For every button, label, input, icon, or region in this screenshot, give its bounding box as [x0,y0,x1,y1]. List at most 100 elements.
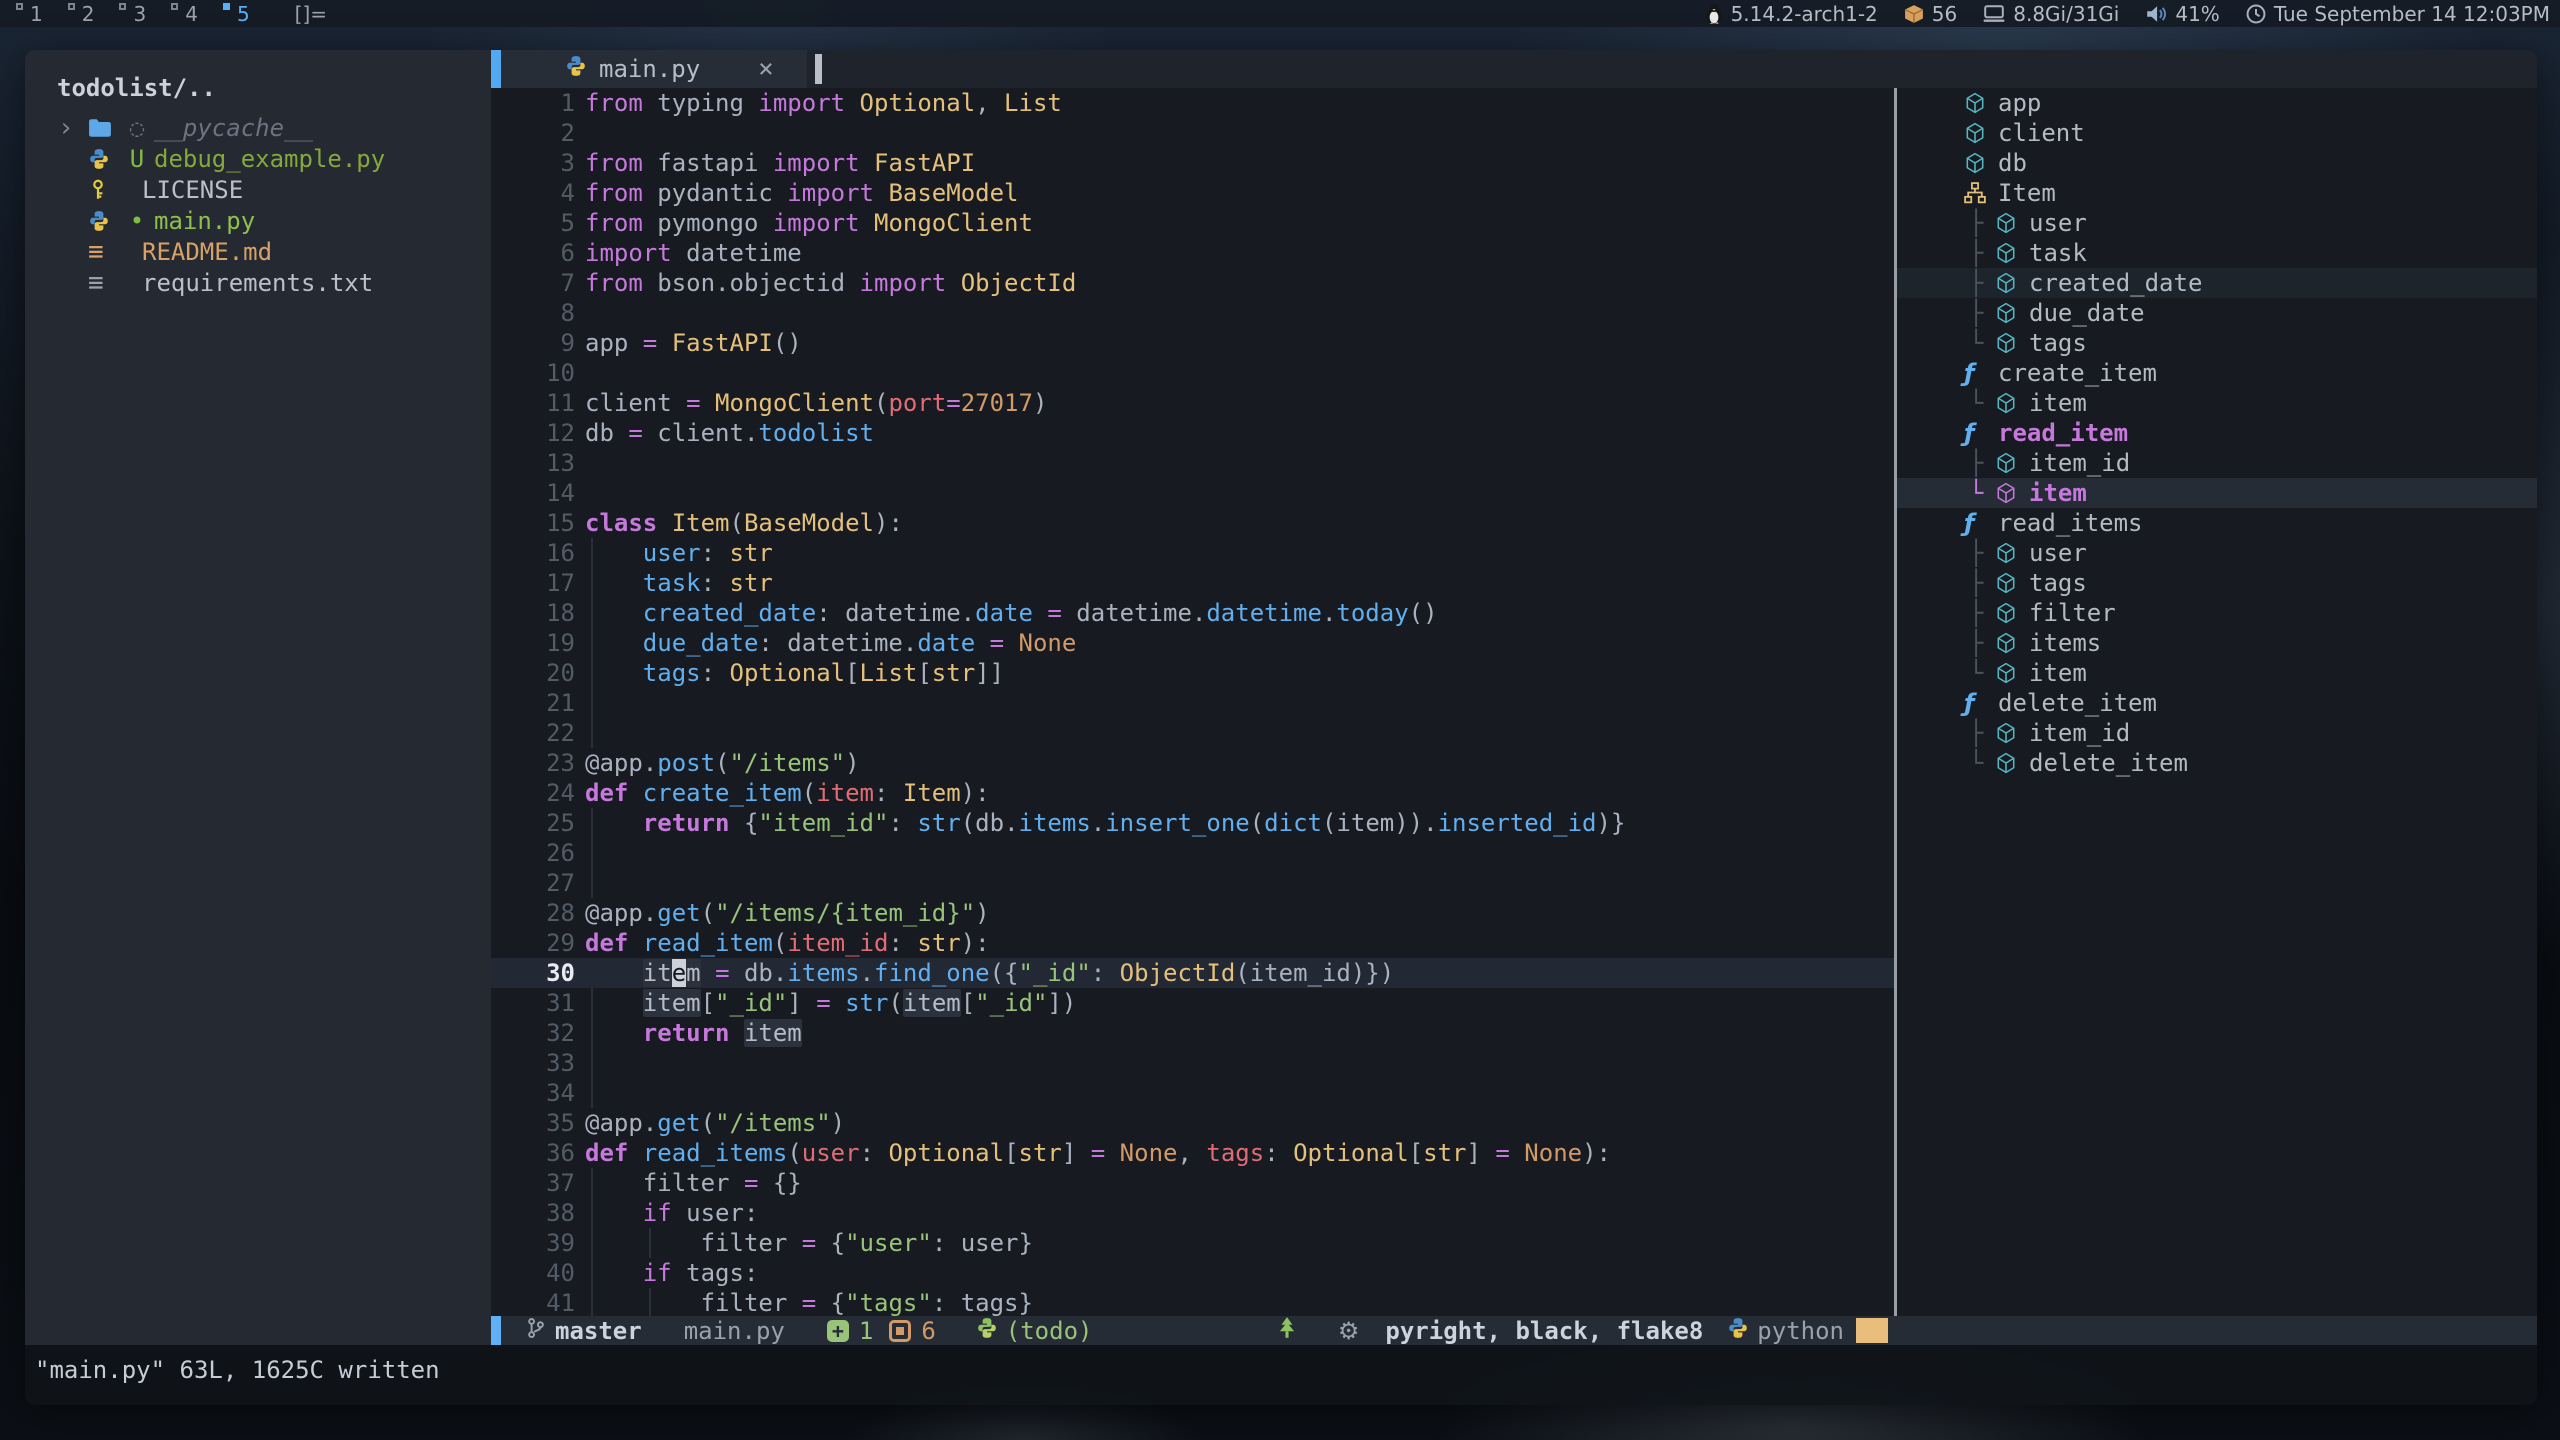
code-line-6[interactable]: 6import datetime [491,238,1894,268]
code-line-30[interactable]: 30 item = db.items.find_one({"_id": Obje… [491,958,1894,988]
code-line-24[interactable]: 24def create_item(item: Item): [491,778,1894,808]
symbol-create_item[interactable]: ƒcreate_item [1897,358,2537,388]
code-line-39[interactable]: 39 filter = {"user": user} [491,1228,1894,1258]
line-content: return {"item_id": str(db.items.insert_o… [585,808,1625,838]
workspace-tag-5[interactable]: 5 [221,2,259,26]
code-editor[interactable]: 1from typing import Optional, List23from… [491,88,1894,1316]
code-line-28[interactable]: 28@app.get("/items/{item_id}") [491,898,1894,928]
code-line-7[interactable]: 7from bson.objectid import ObjectId [491,268,1894,298]
file-tree-item-readme-md[interactable]: ≡README.md [25,236,491,267]
code-line-8[interactable]: 8 [491,298,1894,328]
symbol-due_date[interactable]: ├due_date [1897,298,2537,328]
code-line-41[interactable]: 41 filter = {"tags": tags} [491,1288,1894,1316]
symbol-delete_item[interactable]: ƒdelete_item [1897,688,2537,718]
code-line-14[interactable]: 14 [491,478,1894,508]
symbol-Item[interactable]: Item [1897,178,2537,208]
layout-symbol: []= [295,2,327,26]
file-tree-item-main-py[interactable]: •main.py [25,205,491,236]
workspace-tag-3[interactable]: 3 [117,2,155,26]
line-content: user: str [585,538,773,568]
workspace-tag-4[interactable]: 4 [169,2,207,26]
line-content: @app.get("/items/{item_id}") [585,898,990,928]
code-line-21[interactable]: 21 [491,688,1894,718]
line-content: @app.post("/items") [585,748,860,778]
code-line-20[interactable]: 20 tags: Optional[List[str]] [491,658,1894,688]
symbol-user[interactable]: ├user [1897,208,2537,238]
desktop-wallpaper: 12345 []= 5.14.2-arch1-2568.8Gi/31Gi41%T… [0,0,2560,1440]
symbol-app[interactable]: app [1897,88,2537,118]
code-line-31[interactable]: 31 item["_id"] = str(item["_id"]) [491,988,1894,1018]
code-line-22[interactable]: 22 [491,718,1894,748]
tree-connector: ├ [1969,569,1995,597]
symbol-filter[interactable]: ├filter [1897,598,2537,628]
code-line-17[interactable]: 17 task: str [491,568,1894,598]
symbol-tags[interactable]: └tags [1897,328,2537,358]
line-content: class Item(BaseModel): [585,508,903,538]
code-line-3[interactable]: 3from fastapi import FastAPI [491,148,1894,178]
variable-icon [1995,212,2029,234]
file-tree-item--pycache-[interactable]: ›◌__pycache__ [25,112,491,143]
symbol-db[interactable]: db [1897,148,2537,178]
vim-command-line[interactable]: "main.py" 63L, 1625C written [25,1345,2537,1405]
code-line-15[interactable]: 15class Item(BaseModel): [491,508,1894,538]
code-line-1[interactable]: 1from typing import Optional, List [491,88,1894,118]
symbol-read_item[interactable]: ƒread_item [1897,418,2537,448]
symbol-label: tags [2029,329,2087,357]
code-line-32[interactable]: 32 return item [491,1018,1894,1048]
code-line-2[interactable]: 2 [491,118,1894,148]
code-line-36[interactable]: 36def read_items(user: Optional[str] = N… [491,1138,1894,1168]
text-icon: ≡ [88,273,122,293]
line-content: task: str [585,568,773,598]
code-line-37[interactable]: 37 filter = {} [491,1168,1894,1198]
symbol-client[interactable]: client [1897,118,2537,148]
symbol-item_id[interactable]: ├item_id [1897,718,2537,748]
symbol-items[interactable]: ├items [1897,628,2537,658]
symbol-task[interactable]: ├task [1897,238,2537,268]
file-tree-item-requirements-txt[interactable]: ≡ requirements.txt [25,267,491,298]
file-tree-item-debug-example-py[interactable]: Udebug_example.py [25,143,491,174]
symbol-created_date[interactable]: ├created_date [1897,268,2537,298]
symbol-item_id[interactable]: ├item_id [1897,448,2537,478]
python-icon [88,210,122,232]
tree-connector: └ [1969,749,1995,777]
symbol-item[interactable]: └item [1897,478,2537,508]
tab-main-py[interactable]: main.py × [501,50,807,88]
code-line-40[interactable]: 40 if tags: [491,1258,1894,1288]
code-line-16[interactable]: 16 user: str [491,538,1894,568]
workspace-tag-2[interactable]: 2 [66,2,104,26]
code-line-10[interactable]: 10 [491,358,1894,388]
code-line-18[interactable]: 18 created_date: datetime.date = datetim… [491,598,1894,628]
tab-close-icon[interactable]: × [758,54,774,84]
code-line-33[interactable]: 33 [491,1048,1894,1078]
code-line-4[interactable]: 4from pydantic import BaseModel [491,178,1894,208]
line-content: from typing import Optional, List [585,88,1062,118]
code-line-25[interactable]: 25 return {"item_id": str(db.items.inser… [491,808,1894,838]
symbol-item[interactable]: └item [1897,658,2537,688]
git-status-marker: ◌ [122,114,152,142]
code-line-9[interactable]: 9app = FastAPI() [491,328,1894,358]
file-name: requirements.txt [142,269,373,297]
code-line-23[interactable]: 23@app.post("/items") [491,748,1894,778]
code-line-19[interactable]: 19 due_date: datetime.date = None [491,628,1894,658]
code-line-35[interactable]: 35@app.get("/items") [491,1108,1894,1138]
line-content: due_date: datetime.date = None [585,628,1076,658]
symbol-tags[interactable]: ├tags [1897,568,2537,598]
code-line-13[interactable]: 13 [491,448,1894,478]
symbol-user[interactable]: ├user [1897,538,2537,568]
code-line-12[interactable]: 12db = client.todolist [491,418,1894,448]
symbol-delete_item[interactable]: └delete_item [1897,748,2537,778]
statusline-accent-bar [491,1316,501,1345]
code-line-38[interactable]: 38 if user: [491,1198,1894,1228]
code-line-29[interactable]: 29def read_item(item_id: str): [491,928,1894,958]
code-line-5[interactable]: 5from pymongo import MongoClient [491,208,1894,238]
symbol-item[interactable]: └item [1897,388,2537,418]
code-line-27[interactable]: 27 [491,868,1894,898]
code-line-34[interactable]: 34 [491,1078,1894,1108]
symbol-read_items[interactable]: ƒread_items [1897,508,2537,538]
workspace-tag-1[interactable]: 1 [14,2,52,26]
code-line-26[interactable]: 26 [491,838,1894,868]
python-lang-icon [1727,1317,1749,1345]
file-tree-item-license[interactable]: LICENSE [25,174,491,205]
tree-connector: ├ [1969,719,1995,747]
code-line-11[interactable]: 11client = MongoClient(port=27017) [491,388,1894,418]
